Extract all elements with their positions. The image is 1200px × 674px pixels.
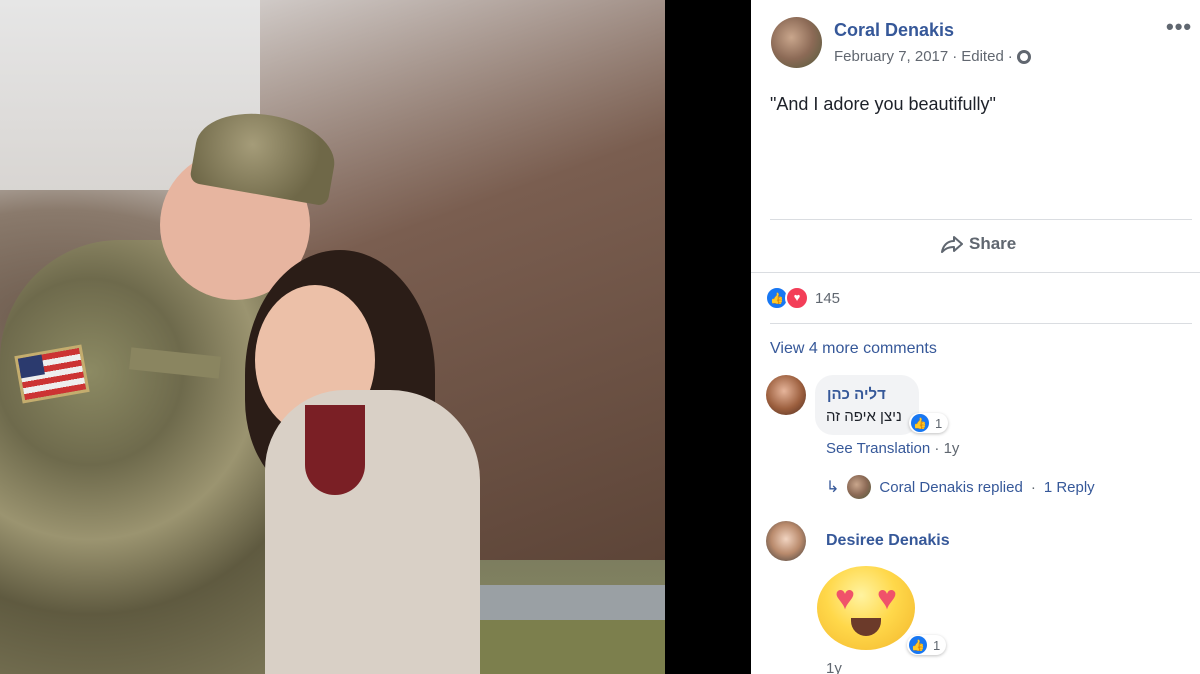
reply-avatar — [847, 475, 872, 499]
view-more-comments-link[interactable]: View 4 more comments — [770, 340, 937, 358]
comment-bubble — [815, 375, 919, 435]
meta-separator: · — [952, 48, 958, 65]
reaction-count: 145 — [815, 289, 841, 307]
comment-actions: See Translation · 1y — [826, 440, 959, 457]
globe-icon[interactable] — [1016, 49, 1031, 64]
comment-like-count[interactable]: 👍 1 — [909, 413, 949, 433]
reply-arrow-icon: ↳ — [826, 479, 840, 496]
replies-link[interactable]: ↳ Coral Denakis replied · 1 Reply — [826, 475, 1095, 499]
photo-woman-cardigan — [265, 390, 480, 674]
comment-author[interactable]: דליה כהן — [827, 386, 897, 403]
post-date[interactable]: February 7, 2017 — [834, 48, 948, 65]
author-avatar[interactable] — [771, 17, 822, 68]
see-translation-link[interactable]: See Translation — [826, 440, 930, 457]
like-icon: 👍 — [909, 636, 927, 654]
post-author-name[interactable]: Coral Denakis — [834, 20, 954, 41]
reactions-summary[interactable]: 👍 ♥ 145 — [765, 286, 840, 310]
share-label: Share — [969, 234, 1017, 253]
comment-like-number: 1 — [933, 637, 941, 653]
comment-author[interactable]: Desiree Denakis — [826, 532, 950, 550]
meta-separator: · — [1007, 48, 1013, 65]
reply-author: Coral Denakis replied — [879, 478, 1023, 496]
commenter-avatar[interactable] — [766, 375, 806, 415]
post-photo[interactable] — [0, 0, 665, 674]
commenter-avatar[interactable] — [766, 521, 806, 561]
comment-text: ניצן איפה זה — [826, 408, 902, 425]
post-text: "And I adore you beautifully" — [770, 94, 996, 114]
meta-separator: · — [934, 440, 944, 457]
emoji-mouth — [851, 618, 881, 636]
divider — [770, 323, 1192, 324]
comment-like-number: 1 — [935, 415, 943, 431]
photo-woman-shirt — [305, 405, 365, 495]
heart-eyes-emoji-icon: ♥ ♥ — [817, 566, 915, 650]
post-meta: February 7, 2017 · Edited · — [834, 48, 1031, 65]
comment-like-count[interactable]: 👍 1 — [907, 635, 947, 655]
post-side-panel: Coral Denakis February 7, 2017 · Edited … — [751, 0, 1200, 674]
like-icon: 👍 — [911, 414, 929, 432]
reply-count: 1 Reply — [1043, 478, 1095, 496]
share-icon — [941, 236, 963, 253]
share-button[interactable]: Share — [941, 234, 1016, 254]
divider — [770, 219, 1192, 220]
heart-eye-right-icon: ♥ — [876, 579, 898, 617]
post-edited[interactable]: Edited — [961, 48, 1004, 65]
heart-eye-left-icon: ♥ — [834, 579, 856, 617]
meta-separator: · — [1030, 478, 1036, 496]
comment-time[interactable]: 1y — [826, 660, 842, 674]
photo-soldier-body — [0, 240, 300, 674]
more-options-icon[interactable]: ••• — [1166, 14, 1192, 40]
comment-time[interactable]: 1y — [944, 440, 960, 457]
love-icon: ♥ — [785, 286, 809, 310]
divider — [751, 272, 1200, 273]
